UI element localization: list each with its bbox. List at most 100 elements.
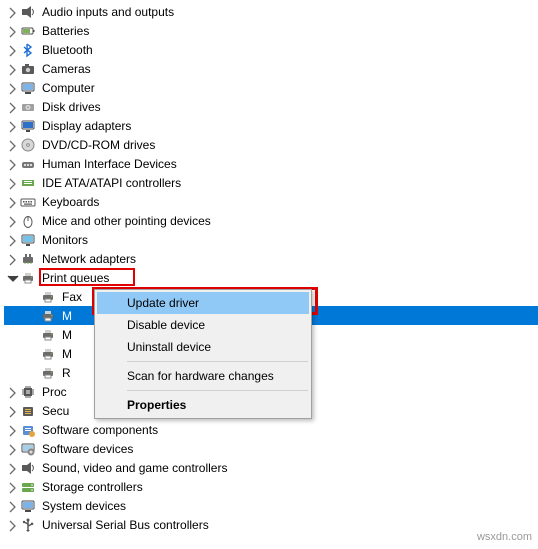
- tree-item[interactable]: Computer: [4, 78, 538, 97]
- chevron-right-icon[interactable]: [4, 460, 20, 476]
- tree-item-label: Human Interface Devices: [40, 156, 179, 172]
- chevron-right-icon[interactable]: [4, 23, 20, 39]
- expander-placeholder: [24, 289, 40, 305]
- tree-item[interactable]: System devices: [4, 496, 538, 515]
- chevron-right-icon[interactable]: [4, 403, 20, 419]
- tree-item-label: Proc: [40, 384, 69, 400]
- tree-item-label: Network adapters: [40, 251, 138, 267]
- menu-separator: [127, 390, 308, 391]
- mouse-icon: [20, 213, 36, 229]
- expander-placeholder: [24, 365, 40, 381]
- context-menu[interactable]: Update driver Disable device Uninstall d…: [94, 289, 312, 419]
- chevron-right-icon[interactable]: [4, 175, 20, 191]
- bluetooth-icon: [20, 42, 36, 58]
- chevron-right-icon[interactable]: [4, 498, 20, 514]
- swdev-icon: [20, 441, 36, 457]
- expander-placeholder: [24, 308, 40, 324]
- tree-item[interactable]: Keyboards: [4, 192, 538, 211]
- tree-item-label: Audio inputs and outputs: [40, 4, 176, 20]
- printer-icon: [40, 308, 56, 324]
- tree-item[interactable]: Software devices: [4, 439, 538, 458]
- tree-item-label: System devices: [40, 498, 128, 514]
- tree-item[interactable]: Cameras: [4, 59, 538, 78]
- tree-item[interactable]: Software components: [4, 420, 538, 439]
- tree-item[interactable]: Audio inputs and outputs: [4, 2, 538, 21]
- menu-uninstall-device[interactable]: Uninstall device: [97, 336, 309, 358]
- chevron-right-icon[interactable]: [4, 384, 20, 400]
- camera-icon: [20, 61, 36, 77]
- watermark: wsxdn.com: [477, 531, 532, 543]
- tree-item[interactable]: IDE ATA/ATAPI controllers: [4, 173, 538, 192]
- tree-item[interactable]: Storage controllers: [4, 477, 538, 496]
- tree-item[interactable]: Human Interface Devices: [4, 154, 538, 173]
- sound-icon: [20, 460, 36, 476]
- menu-properties[interactable]: Properties: [97, 394, 309, 416]
- tree-item[interactable]: Monitors: [4, 230, 538, 249]
- chevron-down-icon[interactable]: [4, 270, 20, 286]
- tree-item-label: Software devices: [40, 441, 135, 457]
- menu-item-label: Uninstall device: [127, 340, 211, 354]
- tree-item-label: Monitors: [40, 232, 90, 248]
- chevron-right-icon[interactable]: [4, 232, 20, 248]
- chevron-right-icon[interactable]: [4, 517, 20, 533]
- chevron-right-icon[interactable]: [4, 118, 20, 134]
- tree-item-label: M: [60, 308, 74, 324]
- tree-item-label: IDE ATA/ATAPI controllers: [40, 175, 183, 191]
- tree-item-label: M: [60, 327, 74, 343]
- printer-icon: [40, 327, 56, 343]
- tree-item[interactable]: Bluetooth: [4, 40, 538, 59]
- printer-icon: [40, 365, 56, 381]
- dvd-icon: [20, 137, 36, 153]
- tree-item-print-queues[interactable]: Print queues: [4, 268, 538, 287]
- chevron-right-icon[interactable]: [4, 80, 20, 96]
- monitor-icon: [20, 232, 36, 248]
- chevron-right-icon[interactable]: [4, 251, 20, 267]
- tree-item[interactable]: Network adapters: [4, 249, 538, 268]
- chevron-right-icon[interactable]: [4, 61, 20, 77]
- menu-item-label: Update driver: [127, 296, 199, 310]
- chevron-right-icon[interactable]: [4, 137, 20, 153]
- tree-item[interactable]: Universal Serial Bus controllers: [4, 515, 538, 534]
- tree-item-label: M: [60, 346, 74, 362]
- display-icon: [20, 118, 36, 134]
- menu-update-driver[interactable]: Update driver: [97, 292, 309, 314]
- tree-item-label: Fax: [60, 289, 84, 305]
- tree-item-label: Batteries: [40, 23, 91, 39]
- tree-item-label: R: [60, 365, 73, 381]
- tree-item[interactable]: Sound, video and game controllers: [4, 458, 538, 477]
- chevron-right-icon[interactable]: [4, 99, 20, 115]
- tree-item[interactable]: Display adapters: [4, 116, 538, 135]
- tree-item-label: Disk drives: [40, 99, 103, 115]
- chevron-right-icon[interactable]: [4, 479, 20, 495]
- tree-item-label: Sound, video and game controllers: [40, 460, 229, 476]
- device-tree[interactable]: Audio inputs and outputs BatteriesBluetoo…: [0, 0, 538, 536]
- tree-item-label: Software components: [40, 422, 160, 438]
- menu-item-label: Scan for hardware changes: [127, 369, 274, 383]
- expander-placeholder: [24, 346, 40, 362]
- chevron-right-icon[interactable]: [4, 441, 20, 457]
- tree-item-label: DVD/CD-ROM drives: [40, 137, 157, 153]
- chevron-right-icon[interactable]: [4, 213, 20, 229]
- chevron-right-icon[interactable]: [4, 194, 20, 210]
- storage-icon: [20, 479, 36, 495]
- chevron-right-icon[interactable]: [4, 422, 20, 438]
- tree-item[interactable]: DVD/CD-ROM drives: [4, 135, 538, 154]
- security-icon: [20, 403, 36, 419]
- processor-icon: [20, 384, 36, 400]
- tree-item[interactable]: Batteries: [4, 21, 538, 40]
- usb-icon: [20, 517, 36, 533]
- tree-item[interactable]: Mice and other pointing devices: [4, 211, 538, 230]
- disk-icon: [20, 99, 36, 115]
- chevron-right-icon[interactable]: [4, 4, 20, 20]
- audio-icon: [20, 4, 36, 20]
- printer-icon: [40, 289, 56, 305]
- menu-scan-hardware[interactable]: Scan for hardware changes: [97, 365, 309, 387]
- swcomp-icon: [20, 422, 36, 438]
- tree-item[interactable]: Disk drives: [4, 97, 538, 116]
- tree-item-label: Universal Serial Bus controllers: [40, 517, 211, 533]
- chevron-right-icon[interactable]: [4, 156, 20, 172]
- tree-item-label: Mice and other pointing devices: [40, 213, 213, 229]
- chevron-right-icon[interactable]: [4, 42, 20, 58]
- tree-item-label: Cameras: [40, 61, 93, 77]
- menu-disable-device[interactable]: Disable device: [97, 314, 309, 336]
